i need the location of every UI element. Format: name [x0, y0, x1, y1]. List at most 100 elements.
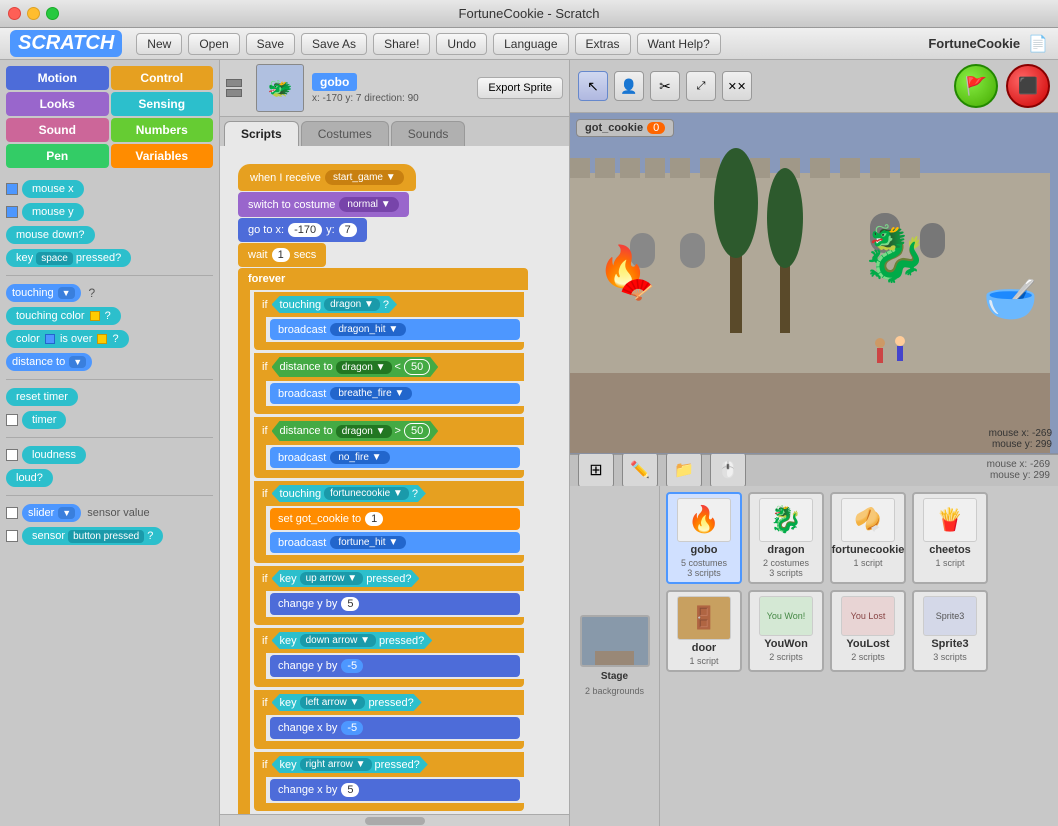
mouse-y-checkbox[interactable] — [6, 206, 18, 218]
category-numbers[interactable]: Numbers — [111, 118, 214, 142]
wait-val[interactable]: 1 — [272, 248, 290, 262]
distance-condition-2[interactable]: distance to dragon ▼ > 50 — [272, 421, 439, 441]
touching-condition[interactable]: touching dragon ▼ ? — [272, 296, 398, 313]
block-mouse-y[interactable]: mouse y — [22, 203, 84, 221]
switch-costume-block[interactable]: switch to costume normal ▼ — [238, 192, 409, 217]
sprite-card-door[interactable]: 🚪 door 1 script — [666, 590, 742, 672]
stamp-button[interactable]: 🖱️ — [710, 452, 746, 488]
key-left-condition[interactable]: key left arrow ▼ pressed? — [272, 694, 422, 711]
key-up-condition[interactable]: key up arrow ▼ pressed? — [272, 570, 420, 587]
hat-block[interactable]: when I receive start_game ▼ — [238, 164, 416, 191]
tab-sounds[interactable]: Sounds — [391, 121, 466, 146]
if-label-7[interactable]: if key left arrow ▼ pressed? — [254, 690, 524, 715]
forever-label[interactable]: forever — [238, 268, 528, 290]
broadcast-no-fire[interactable]: broadcast no_fire ▼ — [270, 447, 520, 468]
scrollbar-thumb[interactable] — [365, 817, 425, 825]
tab-scripts[interactable]: Scripts — [224, 121, 299, 146]
wait-block[interactable]: wait 1 secs — [238, 243, 326, 267]
maximize-btn[interactable] — [46, 7, 59, 20]
expand-arrow[interactable] — [226, 89, 242, 97]
goto-x-input[interactable]: -170 — [288, 223, 322, 237]
touching-fc-condition[interactable]: touching fortunecookie ▼ ? — [272, 485, 426, 502]
category-looks[interactable]: Looks — [6, 92, 109, 116]
goto-y-input[interactable]: 7 — [339, 223, 357, 237]
sprite-card-dragon[interactable]: 🐉 dragon 2 costumes3 scripts — [748, 492, 824, 584]
if-label-1[interactable]: if touching dragon ▼ ? — [254, 292, 524, 317]
broadcast-breathe-fire[interactable]: broadcast breathe_fire ▼ — [270, 383, 520, 404]
expand-tool[interactable]: ⤢ — [686, 71, 716, 101]
cursor-tool[interactable]: ↖ — [578, 71, 608, 101]
open-button[interactable]: Open — [188, 33, 239, 55]
block-mouse-x[interactable]: mouse x — [22, 180, 84, 198]
block-color-over[interactable]: color is over ? — [6, 330, 129, 348]
undo-button[interactable]: Undo — [436, 33, 487, 55]
set-got-cookie[interactable]: set got_cookie to 1 — [270, 508, 520, 530]
category-pen[interactable]: Pen — [6, 144, 109, 168]
folder-button[interactable]: 📁 — [666, 452, 702, 488]
block-key-pressed[interactable]: key space pressed? — [6, 249, 131, 267]
help-button[interactable]: Want Help? — [637, 33, 721, 55]
block-reset-timer[interactable]: reset timer — [6, 388, 78, 406]
block-slider-sensor[interactable]: slider ▼ — [22, 504, 81, 522]
category-control[interactable]: Control — [111, 66, 214, 90]
category-motion[interactable]: Motion — [6, 66, 109, 90]
tab-costumes[interactable]: Costumes — [301, 121, 389, 146]
sprite-card-cheetos[interactable]: 🍟 cheetos 1 script — [912, 492, 988, 584]
if-label-6[interactable]: if key down arrow ▼ pressed? — [254, 628, 524, 653]
language-button[interactable]: Language — [493, 33, 568, 55]
sprite-card-gobo[interactable]: 🔥 gobo 5 costumes3 scripts — [666, 492, 742, 584]
if-label-4[interactable]: if touching fortunecookie ▼ ? — [254, 481, 524, 506]
export-sprite-button[interactable]: Export Sprite — [477, 77, 563, 99]
minimize-btn[interactable] — [27, 7, 40, 20]
timer-checkbox[interactable] — [6, 414, 18, 426]
block-distance-to[interactable]: distance to ▼ — [6, 353, 92, 371]
sensor-checkbox[interactable] — [6, 530, 18, 542]
scripts-scrollbar[interactable] — [220, 814, 569, 826]
paint-button[interactable]: ✏️ — [622, 452, 658, 488]
stage-bg-thumb[interactable] — [580, 615, 650, 667]
change-y-up[interactable]: change y by 5 — [270, 593, 520, 615]
broadcast-fortune-hit[interactable]: broadcast fortune_hit ▼ — [270, 532, 520, 553]
key-right-condition[interactable]: key right arrow ▼ pressed? — [272, 756, 428, 773]
person-tool[interactable]: 👤 — [614, 71, 644, 101]
block-sensor-button[interactable]: sensor button pressed ? — [22, 527, 163, 545]
new-button[interactable]: New — [136, 33, 182, 55]
block-touching-color[interactable]: touching color ? — [6, 307, 121, 325]
stop-button[interactable]: ⬛ — [1006, 64, 1050, 108]
costume-dropdown[interactable]: normal ▼ — [339, 197, 398, 212]
change-x-right[interactable]: change x by 5 — [270, 779, 520, 801]
fullscreen-tool[interactable]: ✕✕ — [722, 71, 752, 101]
close-btn[interactable] — [8, 7, 21, 20]
change-y-down[interactable]: change y by -5 — [270, 655, 520, 677]
if-label-3[interactable]: if distance to dragon ▼ > 50 — [254, 417, 524, 445]
hat-message-dropdown[interactable]: start_game ▼ — [325, 170, 404, 185]
category-variables[interactable]: Variables — [111, 144, 214, 168]
scripts-area[interactable]: when I receive start_game ▼ switch to co… — [220, 146, 569, 814]
if-label-5[interactable]: if key up arrow ▼ pressed? — [254, 566, 524, 591]
save-as-button[interactable]: Save As — [301, 33, 367, 55]
goto-block[interactable]: go to x: -170 y: 7 — [238, 218, 367, 242]
block-mouse-down[interactable]: mouse down? — [6, 226, 95, 244]
grid-view-button[interactable]: ⊞ — [578, 452, 614, 488]
sprite-card-youlost[interactable]: You Lost YouLost 2 scripts — [830, 590, 906, 672]
save-button[interactable]: Save — [246, 33, 295, 55]
share-button[interactable]: Share! — [373, 33, 430, 55]
sprite-card-youwon[interactable]: You Won! YouWon 2 scripts — [748, 590, 824, 672]
sprite-card-sprite3[interactable]: Sprite3 Sprite3 3 scripts — [912, 590, 988, 672]
block-loudness[interactable]: loudness — [22, 446, 86, 464]
sprite-card-fortunecookie[interactable]: 🥠 fortunecookie 1 script — [830, 492, 906, 584]
block-loud[interactable]: loud? — [6, 469, 53, 487]
collapse-arrow[interactable] — [226, 79, 242, 87]
if-label-8[interactable]: if key right arrow ▼ pressed? — [254, 752, 524, 777]
green-flag-button[interactable]: 🚩 — [954, 64, 998, 108]
block-touching[interactable]: touching ▼ — [6, 284, 81, 302]
change-x-left[interactable]: change x by -5 — [270, 717, 520, 739]
extras-button[interactable]: Extras — [575, 33, 631, 55]
slider-checkbox[interactable] — [6, 507, 18, 519]
loudness-checkbox[interactable] — [6, 449, 18, 461]
stage[interactable]: got_cookie 0 🔥 🪭 🐉 🥣 mouse x: -269 mouse… — [570, 113, 1058, 454]
mouse-x-checkbox[interactable] — [6, 183, 18, 195]
if-label-2[interactable]: if distance to dragon ▼ < 50 — [254, 353, 524, 381]
block-timer[interactable]: timer — [22, 411, 66, 429]
broadcast-dragon-hit[interactable]: broadcast dragon_hit ▼ — [270, 319, 520, 340]
